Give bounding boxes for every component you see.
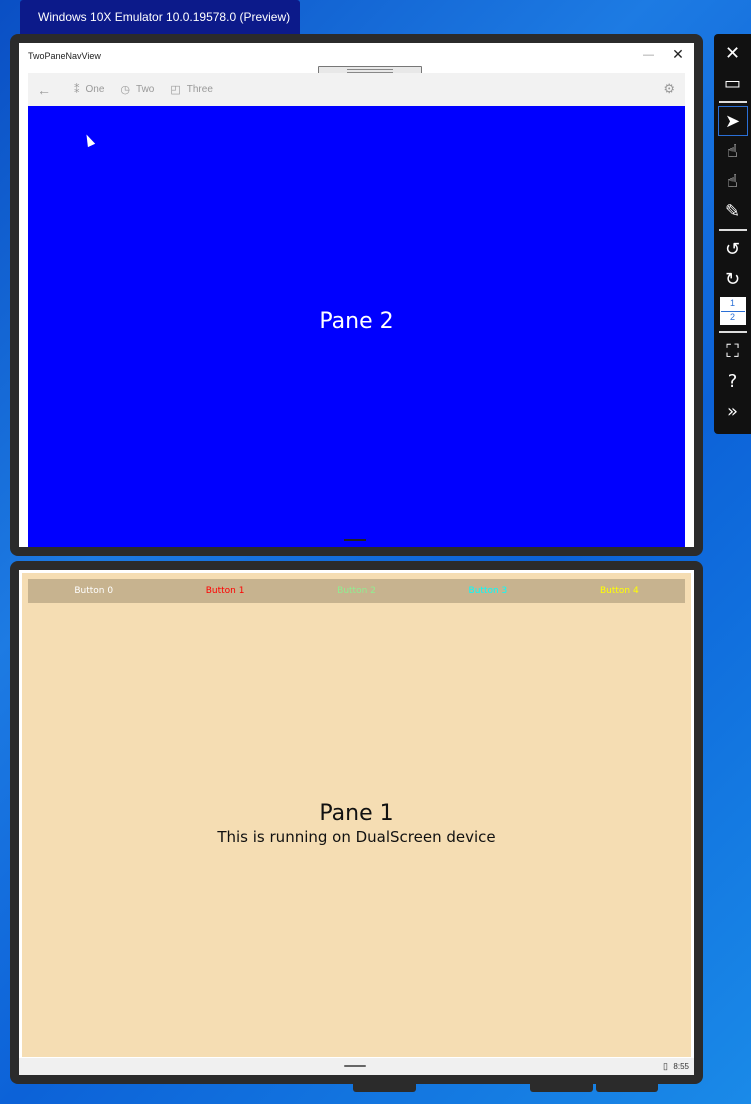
touch-icon[interactable]: ☝ (718, 136, 748, 166)
device-foot (596, 1084, 658, 1092)
taskbar-handle[interactable] (344, 1065, 366, 1067)
top-screen-frame: TwoPaneNavView — ✕ ← ⁑ One ◷ Two ◰ Three… (10, 34, 703, 556)
home-bar (344, 539, 366, 541)
fit-screen-icon[interactable]: ⛶ (718, 336, 748, 366)
button-4[interactable]: Button 4 (554, 579, 685, 603)
emulator-title: Windows 10X Emulator 10.0.19578.0 (Previ… (20, 0, 300, 34)
clock-icon: ◷ (120, 84, 131, 96)
settings-gear-icon[interactable]: ⚙ (663, 81, 675, 97)
pane-1: Button 0 Button 1 Button 2 Button 3 Butt… (22, 573, 691, 1057)
button-0[interactable]: Button 0 (28, 579, 159, 603)
pane-2-label: Pane 2 (319, 309, 394, 334)
pane-1-subtitle: This is running on DualScreen device (217, 828, 496, 846)
button-2[interactable]: Button 2 (291, 579, 422, 603)
walk-icon: ⁑ (74, 84, 80, 96)
nav-item-label: One (85, 84, 105, 95)
pane-1-title: Pane 1 (319, 801, 394, 826)
pane-1-text: Pane 1 This is running on DualScreen dev… (22, 801, 691, 846)
screen-selector[interactable]: 1 2 (719, 297, 746, 325)
nav-item-label: Three (186, 84, 213, 95)
minimize-button[interactable]: — (643, 49, 654, 61)
close-button[interactable]: ✕ (668, 46, 688, 64)
toolbar-divider (718, 101, 747, 103)
clock-time[interactable]: 8:55 (673, 1062, 689, 1071)
mouse-cursor-icon (82, 132, 96, 148)
more-icon[interactable]: » (718, 396, 748, 426)
window-title: TwoPaneNavView (28, 51, 101, 61)
nav-bar: ← ⁑ One ◷ Two ◰ Three ⚙ (28, 73, 685, 106)
top-screen: TwoPaneNavView — ✕ ← ⁑ One ◷ Two ◰ Three… (19, 43, 694, 547)
nav-item-two[interactable]: ◷ Two (120, 83, 154, 96)
screen-2-label[interactable]: 2 (720, 311, 745, 324)
device-foot (353, 1084, 416, 1092)
minimize-icon[interactable]: ▭ (718, 68, 748, 98)
rotate-right-icon[interactable]: ↻ (718, 264, 748, 294)
taskbar: ▯ 8:55 (19, 1058, 694, 1075)
nav-item-label: Two (136, 84, 155, 95)
nav-item-one[interactable]: ⁑ One (74, 83, 104, 96)
emulator-toolbar: ✕ ▭ ➤ ☝ ☝ ✎ ↺ ↻ 1 2 ⛶ ? » (714, 34, 751, 434)
nav-item-three[interactable]: ◰ Three (170, 83, 213, 96)
device-foot (530, 1084, 593, 1092)
bottom-screen-frame: Button 0 Button 1 Button 2 Button 3 Butt… (10, 561, 703, 1084)
multi-touch-icon[interactable]: ☝ (718, 166, 748, 196)
toolbar-divider (718, 229, 747, 231)
toolbar-divider (718, 331, 747, 333)
button-bar: Button 0 Button 1 Button 2 Button 3 Butt… (28, 579, 685, 603)
close-icon[interactable]: ✕ (718, 38, 748, 68)
camera-icon: ◰ (170, 84, 181, 96)
pointer-icon[interactable]: ➤ (717, 106, 748, 136)
screen-1-label[interactable]: 1 (720, 298, 745, 312)
back-arrow-icon[interactable]: ← (30, 82, 58, 98)
button-1[interactable]: Button 1 (159, 579, 290, 603)
button-3[interactable]: Button 3 (422, 579, 553, 603)
pane-2: Pane 2 (28, 106, 685, 547)
pen-icon[interactable]: ✎ (718, 196, 748, 226)
bottom-screen: Button 0 Button 1 Button 2 Button 3 Butt… (19, 570, 694, 1075)
help-icon[interactable]: ? (718, 366, 748, 396)
rotate-left-icon[interactable]: ↺ (718, 234, 748, 264)
battery-icon[interactable]: ▯ (663, 1061, 668, 1072)
